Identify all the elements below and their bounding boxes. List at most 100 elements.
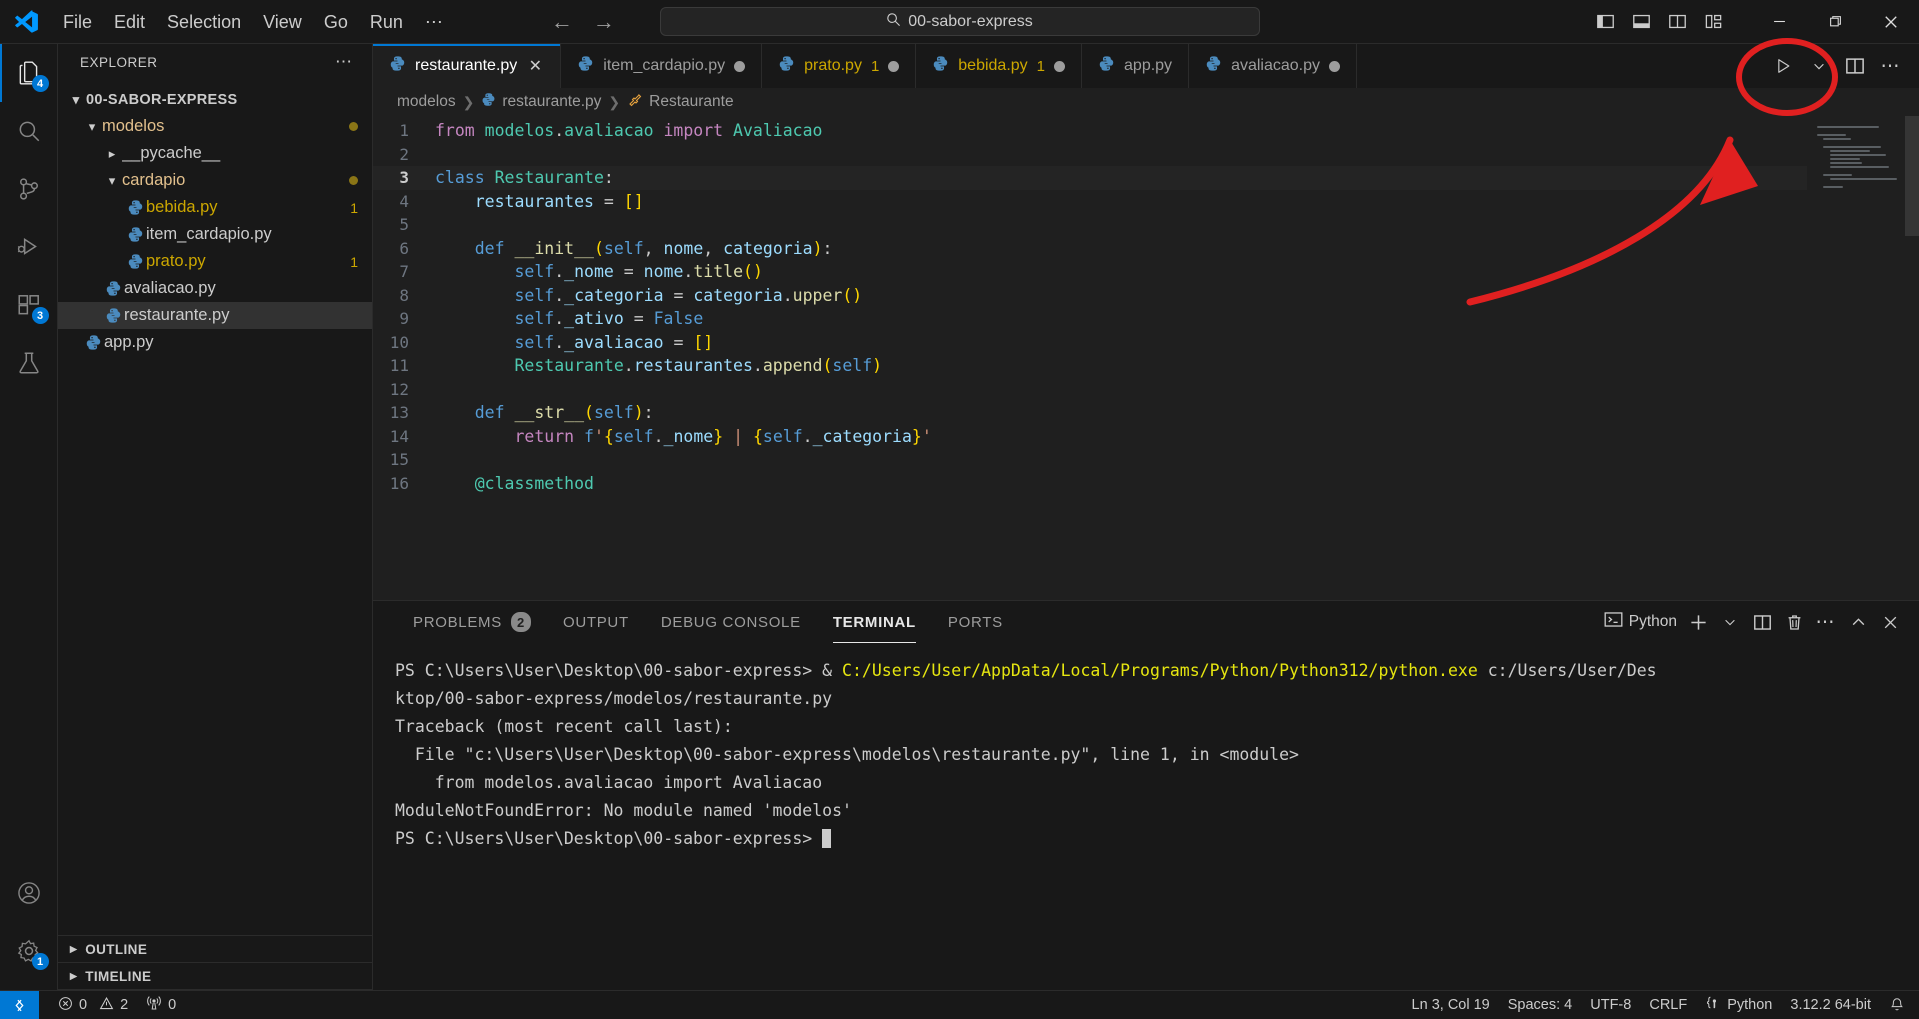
panel-tab-problems[interactable]: PROBLEMS 2	[397, 601, 547, 643]
status-indentation[interactable]: Spaces: 4	[1499, 991, 1582, 1019]
menu-more-icon[interactable]: ⋯	[414, 8, 454, 36]
sidebar-section-outline[interactable]: ▸ OUTLINE	[58, 936, 372, 963]
tab-dirty-indicator[interactable]	[734, 60, 746, 72]
toggle-panel-icon[interactable]	[1625, 6, 1657, 38]
menu-go[interactable]: Go	[313, 8, 359, 36]
tree-item-pycache[interactable]: ▸ __pycache__	[58, 140, 372, 167]
activity-bar: 4 3 1	[0, 44, 58, 990]
tab-avaliacao-py[interactable]: avaliacao.py	[1189, 44, 1358, 88]
status-encoding[interactable]: UTF-8	[1581, 991, 1640, 1019]
tree-item-restaurante-py[interactable]: restaurante.py	[58, 302, 372, 329]
status-eol[interactable]: CRLF	[1640, 991, 1696, 1019]
tree-item-app-py[interactable]: app.py	[58, 329, 372, 356]
status-python-interpreter[interactable]: 3.12.2 64-bit	[1781, 991, 1880, 1019]
tab-restaurante-py[interactable]: restaurante.py ✕	[373, 44, 562, 88]
tree-item-cardapio[interactable]: ▾ cardapio	[58, 167, 372, 194]
toggle-secondary-sidebar-icon[interactable]	[1661, 6, 1693, 38]
tab-prato-py[interactable]: prato.py 1	[762, 44, 917, 88]
breadcrumb-symbol[interactable]: Restaurante	[627, 92, 734, 113]
panel-tab-debug-console[interactable]: DEBUG CONSOLE	[645, 601, 817, 643]
line-number: 15	[389, 450, 409, 469]
panel-tab-terminal[interactable]: TERMINAL	[817, 601, 932, 643]
customize-layout-icon[interactable]	[1697, 6, 1729, 38]
split-terminal-icon[interactable]	[1747, 606, 1777, 638]
run-options-dropdown-icon[interactable]	[1803, 50, 1835, 82]
activity-item-testing[interactable]	[0, 334, 58, 392]
tree-item-avaliacao-py[interactable]: avaliacao.py	[58, 275, 372, 302]
back-arrow-icon[interactable]: ←	[550, 10, 574, 33]
activity-item-source-control[interactable]	[0, 160, 58, 218]
panel-tab-output[interactable]: OUTPUT	[547, 601, 645, 643]
activity-item-manage[interactable]: 1	[0, 922, 58, 980]
tree-item-bebida-py[interactable]: bebida.py 1	[58, 194, 372, 221]
new-terminal-icon[interactable]	[1683, 606, 1713, 638]
close-button[interactable]	[1863, 0, 1919, 44]
tree-item-prato-py[interactable]: prato.py 1	[58, 248, 372, 275]
maximize-panel-icon[interactable]	[1843, 606, 1873, 638]
tab-bebida-py[interactable]: bebida.py 1	[916, 44, 1083, 88]
scrollbar-thumb[interactable]	[1905, 116, 1919, 236]
status-notifications-bell-icon[interactable]	[1880, 991, 1919, 1019]
menu-view[interactable]: View	[252, 8, 313, 36]
warning-count: 2	[120, 997, 129, 1013]
code-content[interactable]: 1 from modelos.avaliacao import Avaliacao…	[373, 116, 1807, 495]
tab-item-cardapio-py[interactable]: item_cardapio.py	[561, 44, 763, 88]
activity-item-explorer[interactable]: 4	[0, 44, 58, 102]
status-language-mode[interactable]: Python	[1696, 991, 1781, 1019]
run-python-file-button[interactable]	[1767, 50, 1799, 82]
remote-window-indicator[interactable]	[0, 990, 39, 1019]
menu-run[interactable]: Run	[359, 8, 414, 36]
status-ports[interactable]: 0	[137, 991, 185, 1019]
status-problems[interactable]: 0 2	[49, 991, 137, 1019]
panel-tab-ports[interactable]: PORTS	[932, 601, 1019, 643]
terminal-line: ModuleNotFoundError: No module named 'mo…	[395, 801, 852, 820]
extensions-badge: 3	[31, 307, 49, 324]
code-scroll-area[interactable]: 1 from modelos.avaliacao import Avaliacao…	[373, 116, 1807, 600]
terminal-profile-dropdown-icon[interactable]	[1715, 606, 1745, 638]
tree-item-item-cardapio-py[interactable]: item_cardapio.py	[58, 221, 372, 248]
activity-item-run-and-debug[interactable]	[0, 218, 58, 276]
maximize-button[interactable]	[1807, 0, 1863, 44]
status-editor-position[interactable]: Ln 3, Col 19	[1403, 991, 1499, 1019]
terminal-output[interactable]: PS C:\Users\User\Desktop\00-sabor-expres…	[373, 643, 1919, 990]
python-file-icon	[481, 92, 496, 112]
command-center-search[interactable]: 00-sabor-express	[659, 7, 1260, 36]
code-line-text: self._avaliacao = []	[514, 332, 714, 352]
activity-item-search[interactable]	[0, 102, 58, 160]
sidebar-section-timeline[interactable]: ▸ TIMELINE	[58, 963, 372, 990]
activity-item-accounts[interactable]	[0, 864, 58, 922]
more-editor-actions-icon[interactable]: ⋯	[1875, 50, 1907, 82]
navigation-arrows: ← →	[550, 10, 616, 33]
minimap[interactable]	[1807, 116, 1919, 600]
split-editor-right-icon[interactable]	[1839, 50, 1871, 82]
code-editor[interactable]: 1 from modelos.avaliacao import Avaliacao…	[373, 116, 1919, 600]
tab-dirty-indicator[interactable]	[888, 60, 900, 72]
kill-terminal-trash-icon[interactable]	[1779, 606, 1809, 638]
tab-dirty-indicator[interactable]	[1329, 60, 1341, 72]
minimap-line	[1829, 178, 1897, 180]
panel-tab-label: TERMINAL	[832, 613, 916, 631]
menu-selection[interactable]: Selection	[156, 8, 252, 36]
tree-root-00-sabor-express[interactable]: ▾ 00-SABOR-EXPRESS	[58, 86, 372, 113]
menu-file[interactable]: File	[52, 8, 103, 36]
sidebar-more-actions-icon[interactable]: ⋯	[335, 52, 354, 72]
forward-arrow-icon[interactable]: →	[592, 10, 616, 33]
minimap-line	[1829, 166, 1889, 168]
code-line: 10 self._avaliacao = []	[373, 331, 1807, 355]
tab-app-py[interactable]: app.py	[1082, 44, 1190, 88]
toggle-primary-sidebar-icon[interactable]	[1589, 6, 1621, 38]
tab-close-icon[interactable]: ✕	[526, 56, 544, 76]
breadcrumb-folder[interactable]: modelos	[397, 93, 456, 111]
close-panel-icon[interactable]	[1875, 606, 1905, 638]
activity-item-extensions[interactable]: 3	[0, 276, 58, 334]
editor-vertical-scrollbar[interactable]	[1905, 116, 1919, 600]
sidebar-header: EXPLORER ⋯	[58, 44, 372, 80]
tree-item-modelos[interactable]: ▾ modelos	[58, 113, 372, 140]
terminal-shell-indicator[interactable]: Python	[1600, 606, 1681, 638]
menu-edit[interactable]: Edit	[103, 8, 156, 36]
terminal-more-actions-icon[interactable]: ⋯	[1811, 606, 1841, 638]
code-line-text: class Restaurante:	[435, 168, 614, 187]
minimize-button[interactable]	[1751, 0, 1807, 44]
breadcrumb-file[interactable]: restaurante.py	[481, 92, 601, 112]
tab-dirty-indicator[interactable]	[1054, 60, 1066, 72]
